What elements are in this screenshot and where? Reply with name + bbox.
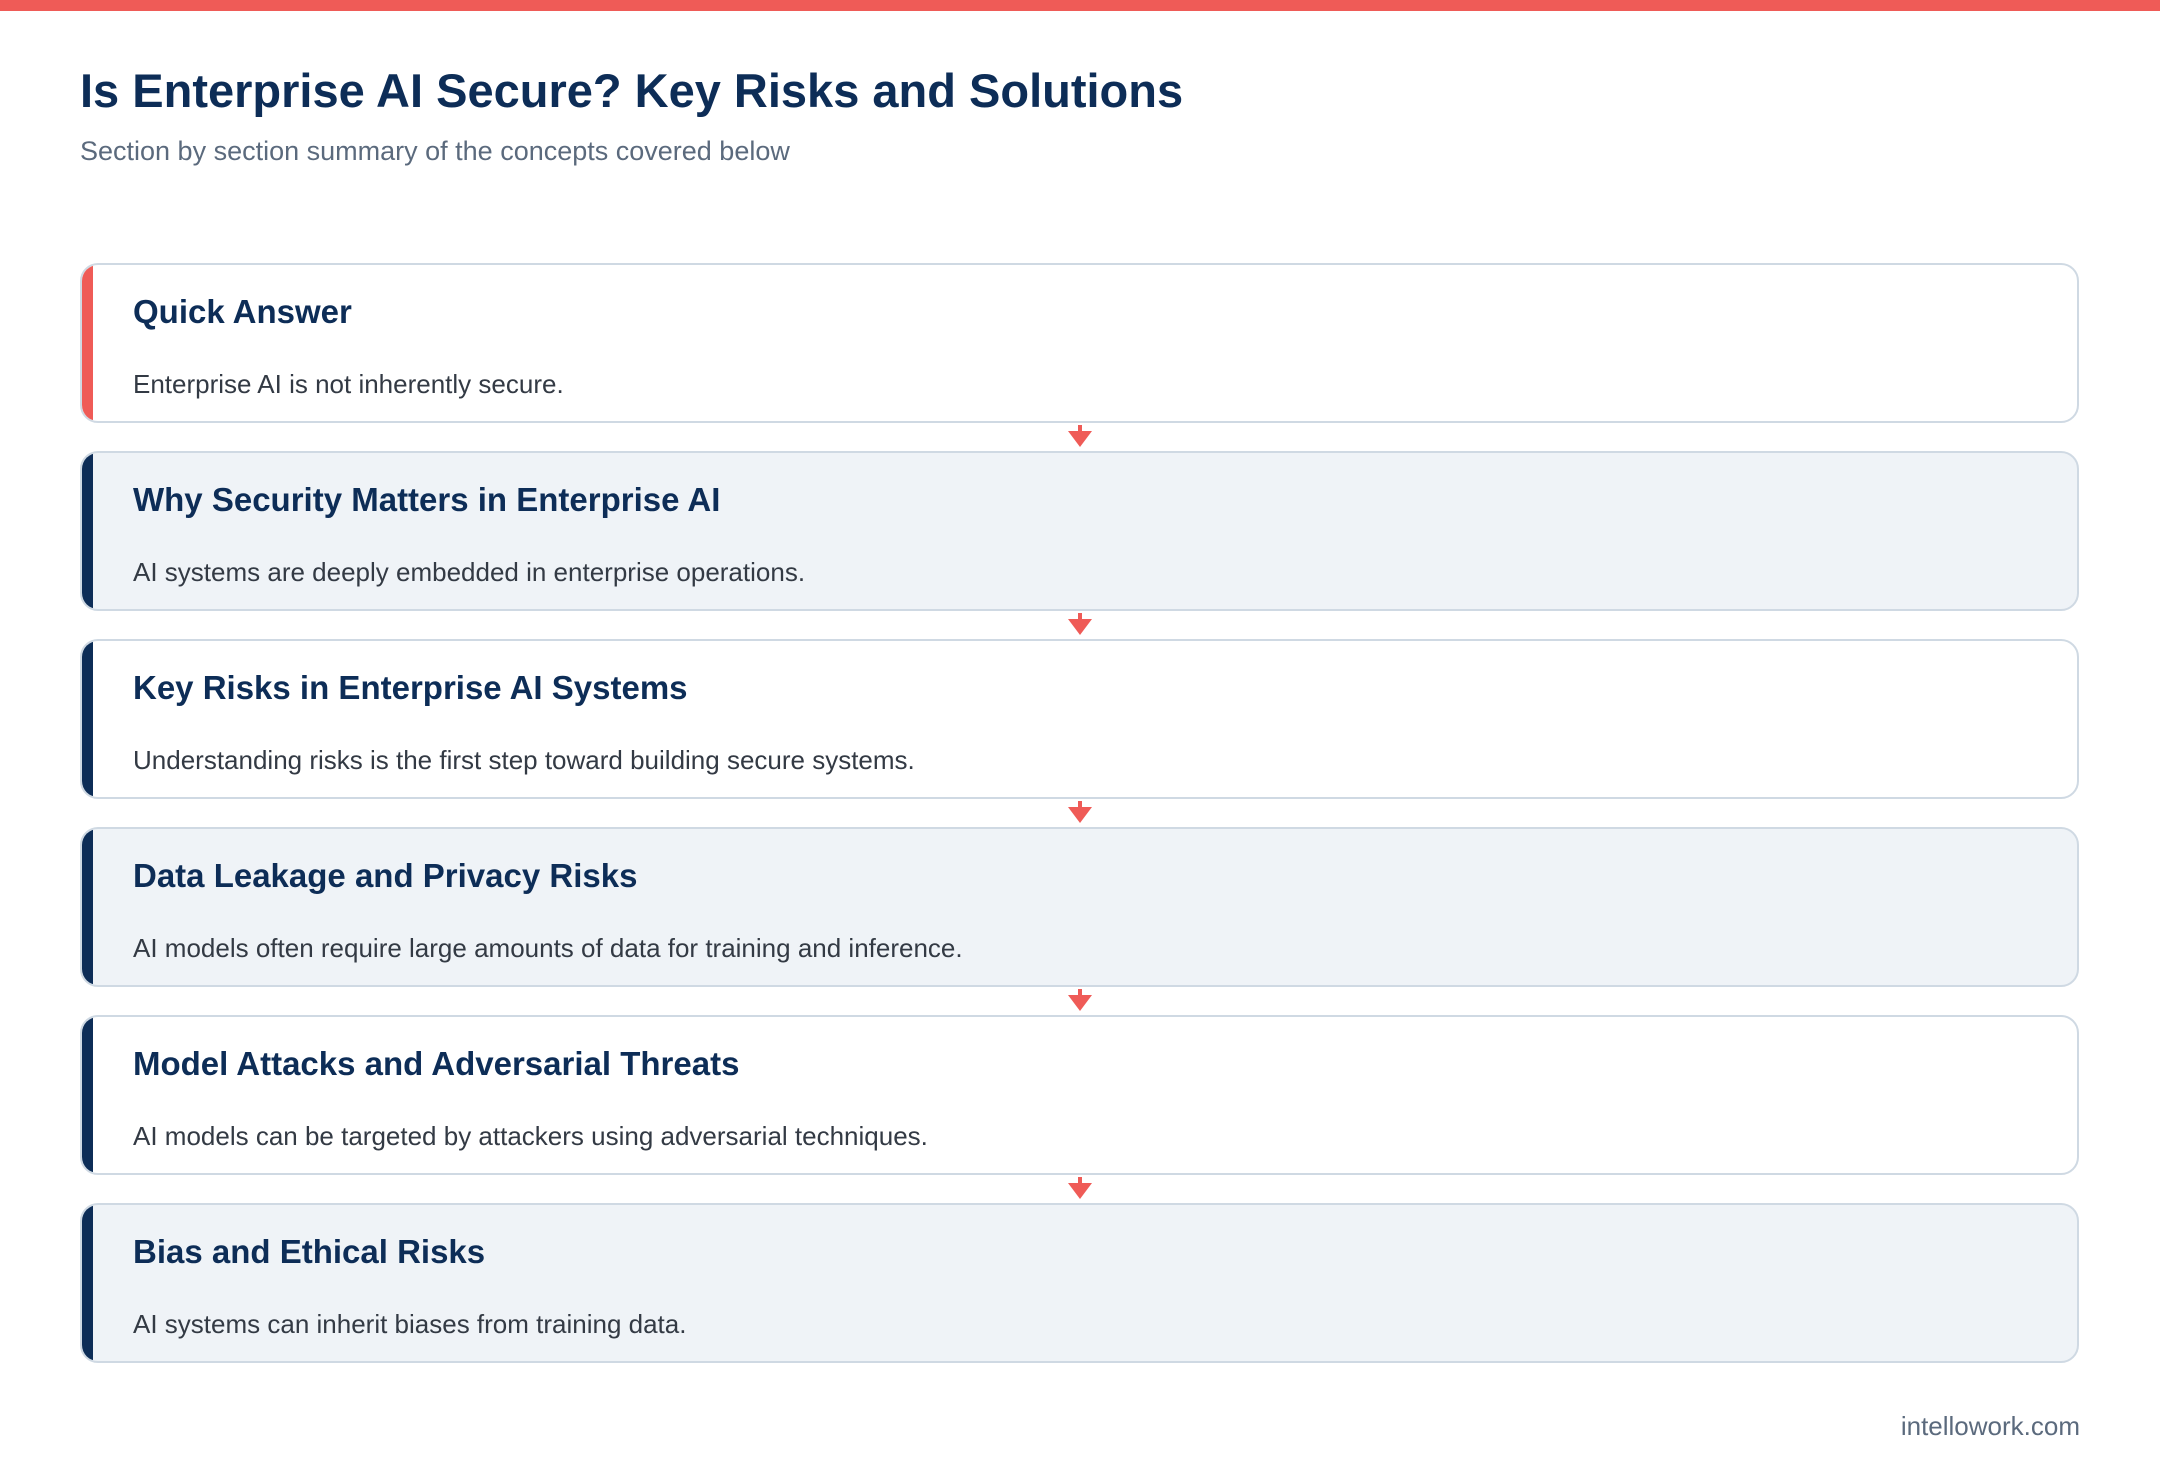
section-summary: AI models often require large amounts of… (133, 933, 963, 963)
section-title: Data Leakage and Privacy Risks (133, 857, 638, 894)
section-title: Bias and Ethical Risks (133, 1233, 486, 1270)
section-card-why-security-matters: Why Security Matters in Enterprise AI AI… (80, 451, 2079, 611)
section-title: Why Security Matters in Enterprise AI (133, 481, 721, 518)
flow-connector (80, 987, 2079, 1015)
arrow-down-icon (1068, 613, 1092, 635)
arrow-down-icon (1068, 989, 1092, 1011)
section-summary: Understanding risks is the first step to… (133, 745, 915, 775)
section-title: Key Risks in Enterprise AI Systems (133, 669, 688, 706)
section-title: Model Attacks and Adversarial Threats (133, 1045, 740, 1082)
section-card-data-leakage: Data Leakage and Privacy Risks AI models… (80, 827, 2079, 987)
section-summary: AI models can be targeted by attackers u… (133, 1121, 928, 1151)
section-summary: AI systems can inherit biases from train… (133, 1309, 687, 1339)
flow-connector (80, 1175, 2079, 1203)
section-summary: AI systems are deeply embedded in enterp… (133, 557, 806, 587)
section-card-key-risks: Key Risks in Enterprise AI Systems Under… (80, 639, 2079, 799)
top-accent-bar (0, 0, 2160, 11)
section-card-quick-answer: Quick Answer Enterprise AI is not inhere… (80, 263, 2079, 423)
section-flow: Quick Answer Enterprise AI is not inhere… (80, 263, 2079, 1363)
page-subtitle: Section by section summary of the concep… (80, 136, 790, 166)
arrow-down-icon (1068, 425, 1092, 447)
arrow-down-icon (1068, 1177, 1092, 1199)
flow-connector (80, 799, 2079, 827)
card-accent-bar (82, 641, 93, 797)
page-title: Is Enterprise AI Secure? Key Risks and S… (80, 64, 1184, 117)
footer-domain: intellowork.com (1900, 1411, 2080, 1441)
card-accent-bar (82, 453, 93, 609)
section-card-model-attacks: Model Attacks and Adversarial Threats AI… (80, 1015, 2079, 1175)
arrow-down-icon (1068, 801, 1092, 823)
card-accent-bar (82, 1017, 93, 1173)
flow-connector (80, 611, 2079, 639)
card-accent-bar (82, 265, 93, 421)
section-title: Quick Answer (133, 293, 352, 330)
card-accent-bar (82, 829, 93, 985)
flow-connector (80, 423, 2079, 451)
card-accent-bar (82, 1205, 93, 1361)
section-summary: Enterprise AI is not inherently secure. (133, 369, 564, 399)
section-card-bias-ethics: Bias and Ethical Risks AI systems can in… (80, 1203, 2079, 1363)
